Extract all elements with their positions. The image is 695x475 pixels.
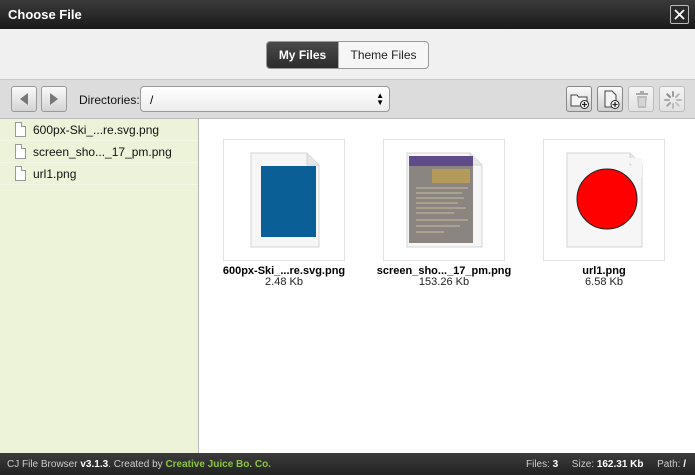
image-file-icon	[406, 152, 483, 248]
file-icon	[15, 166, 26, 181]
directory-select[interactable]: / ▲ ▼	[140, 86, 390, 112]
app-credit: CJ File Browser v3.1.3. Created by Creat…	[7, 459, 271, 470]
directory-value: /	[150, 93, 154, 107]
tab-theme-files[interactable]: Theme Files	[338, 42, 428, 68]
select-arrows-icon: ▲ ▼	[376, 91, 384, 107]
author-link[interactable]: Creative Juice Bo. Co.	[165, 459, 271, 470]
arrow-right-icon	[50, 93, 58, 105]
file-icon	[15, 122, 26, 137]
forward-button[interactable]	[41, 86, 67, 112]
app-version: v3.1.3	[80, 459, 109, 470]
toolbar: Directories: / ▲ ▼	[0, 79, 695, 119]
file-icon	[15, 144, 26, 159]
path-label: Path:	[657, 459, 681, 470]
refresh-button[interactable]	[659, 86, 685, 112]
app-name: CJ File Browser	[7, 459, 78, 470]
thumbnail-item[interactable]: screen_sho..._17_pm.png 153.26 Kb	[364, 139, 524, 288]
list-item[interactable]: 600px-Ski_...re.svg.png	[0, 119, 198, 141]
file-name: screen_sho..._17_pm.png	[33, 145, 172, 159]
delete-button[interactable]	[628, 86, 654, 112]
thumbnail-preview	[543, 139, 665, 261]
thumbnail-size: 2.48 Kb	[265, 276, 303, 288]
thumbnail-item[interactable]: url1.png 6.58 Kb	[524, 139, 684, 288]
close-icon	[674, 9, 685, 20]
thumbnail-size: 153.26 Kb	[418, 276, 470, 288]
title-bar: Choose File	[0, 0, 695, 29]
status-summary: Files: 3 Size: 162.31 Kb Path: /	[526, 459, 686, 470]
list-item[interactable]: screen_sho..._17_pm.png	[0, 141, 198, 163]
file-name: url1.png	[33, 167, 77, 181]
thumbnail-preview	[383, 139, 505, 261]
image-file-icon	[566, 152, 643, 248]
tab-bar: My Files Theme Files	[0, 29, 695, 79]
file-name: 600px-Ski_...re.svg.png	[33, 123, 160, 137]
file-list: 600px-Ski_...re.svg.png screen_sho..._17…	[0, 119, 199, 453]
upload-file-button[interactable]	[597, 86, 623, 112]
files-label: Files:	[525, 459, 550, 470]
file-add-icon	[604, 90, 620, 109]
folder-add-icon	[570, 94, 589, 109]
size-label: Size:	[571, 459, 595, 470]
back-button[interactable]	[11, 86, 37, 112]
trash-icon	[636, 91, 648, 108]
new-folder-button[interactable]	[566, 86, 592, 112]
status-bar: CJ File Browser v3.1.3. Created by Creat…	[0, 453, 695, 475]
list-item[interactable]: url1.png	[0, 163, 198, 185]
image-file-icon	[250, 152, 320, 248]
thumbnail-item[interactable]: 600px-Ski_...re.svg.png 2.48 Kb	[204, 139, 364, 288]
window-title: Choose File	[8, 7, 82, 22]
created-by-label: . Created by	[108, 459, 163, 470]
path-value: /	[683, 459, 686, 470]
files-count: 3	[552, 459, 559, 470]
spinner-icon	[664, 91, 682, 109]
size-value: 162.31 Kb	[596, 459, 644, 470]
thumbnail-grid: 600px-Ski_...re.svg.png 2.48 Kb screen_s…	[200, 119, 695, 453]
tab-group: My Files Theme Files	[266, 41, 429, 69]
thumbnail-preview	[223, 139, 345, 261]
close-button[interactable]	[670, 5, 689, 24]
arrow-left-icon	[20, 93, 28, 105]
tab-my-files[interactable]: My Files	[267, 42, 338, 68]
thumbnail-size: 6.58 Kb	[585, 276, 623, 288]
directories-label: Directories:	[79, 93, 140, 107]
